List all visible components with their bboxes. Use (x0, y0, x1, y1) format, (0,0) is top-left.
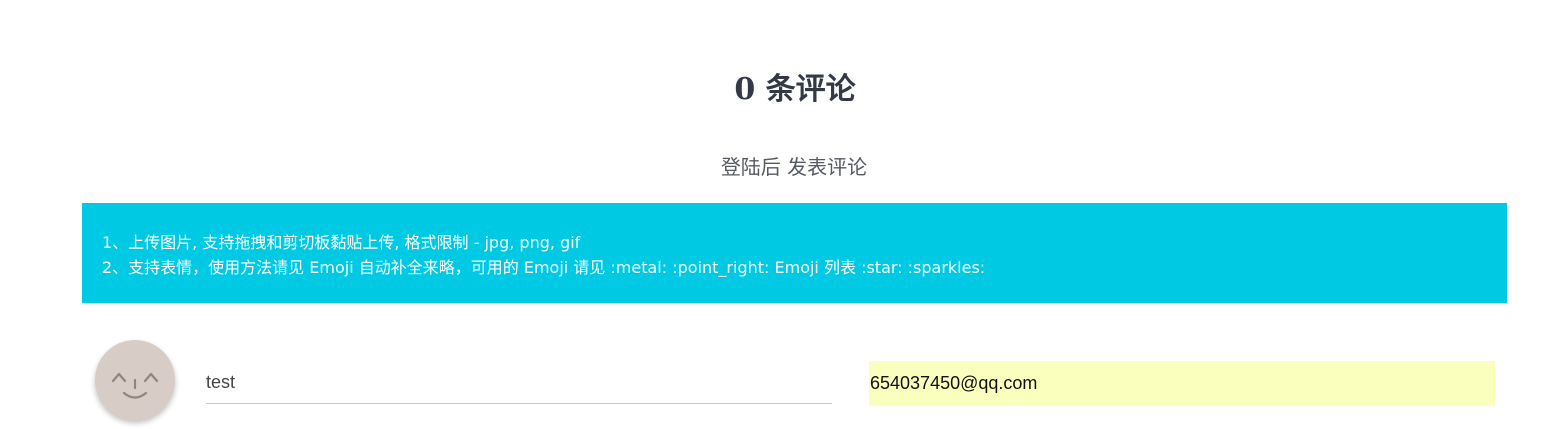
comments-count-title: 0 条评论 (734, 72, 856, 107)
tip-line-emoji: 2、支持表情，使用方法请见 Emoji 自动补全来略，可用的 Emoji 请见 … (102, 255, 1507, 280)
tip-emoji-codes-2: :star: :sparkles: (861, 258, 986, 277)
comment-tips-banner: 1、上传图片, 支持拖拽和剪切板黏贴上传, 格式限制 - jpg, png, g… (82, 203, 1507, 303)
tip-upload-text: 1、上传图片, 支持拖拽和剪切板黏贴上传, 格式限制 - (102, 233, 485, 252)
tip-emoji-text-2: 自动补全来略，可用的 (353, 258, 524, 277)
tip-emoji-link-2[interactable]: Emoji (524, 258, 568, 277)
tip-emoji-text-3: 请见 (568, 258, 611, 277)
login-to-comment-hint[interactable]: 登陆后 发表评论 (0, 152, 1563, 182)
smiley-face-icon (111, 372, 159, 399)
tip-emoji-link-1[interactable]: Emoji (309, 258, 353, 277)
email-input[interactable] (869, 361, 1495, 406)
tip-line-upload: 1、上传图片, 支持拖拽和剪切板黏贴上传, 格式限制 - jpg, png, g… (102, 230, 1507, 255)
tip-emoji-codes-1[interactable]: :metal: :point_right: Emoji (610, 258, 818, 277)
comments-section: 0 条评论 登陆后 发表评论 1、上传图片, 支持拖拽和剪切板黏贴上传, 格式限… (0, 0, 1563, 429)
name-input[interactable] (206, 362, 832, 404)
tip-emoji-text-4: 列表 (818, 258, 862, 277)
tip-upload-formats: jpg, png, gif (484, 233, 581, 252)
avatar (95, 340, 175, 420)
tip-emoji-text-1: 2、支持表情，使用方法请见 (102, 258, 310, 277)
